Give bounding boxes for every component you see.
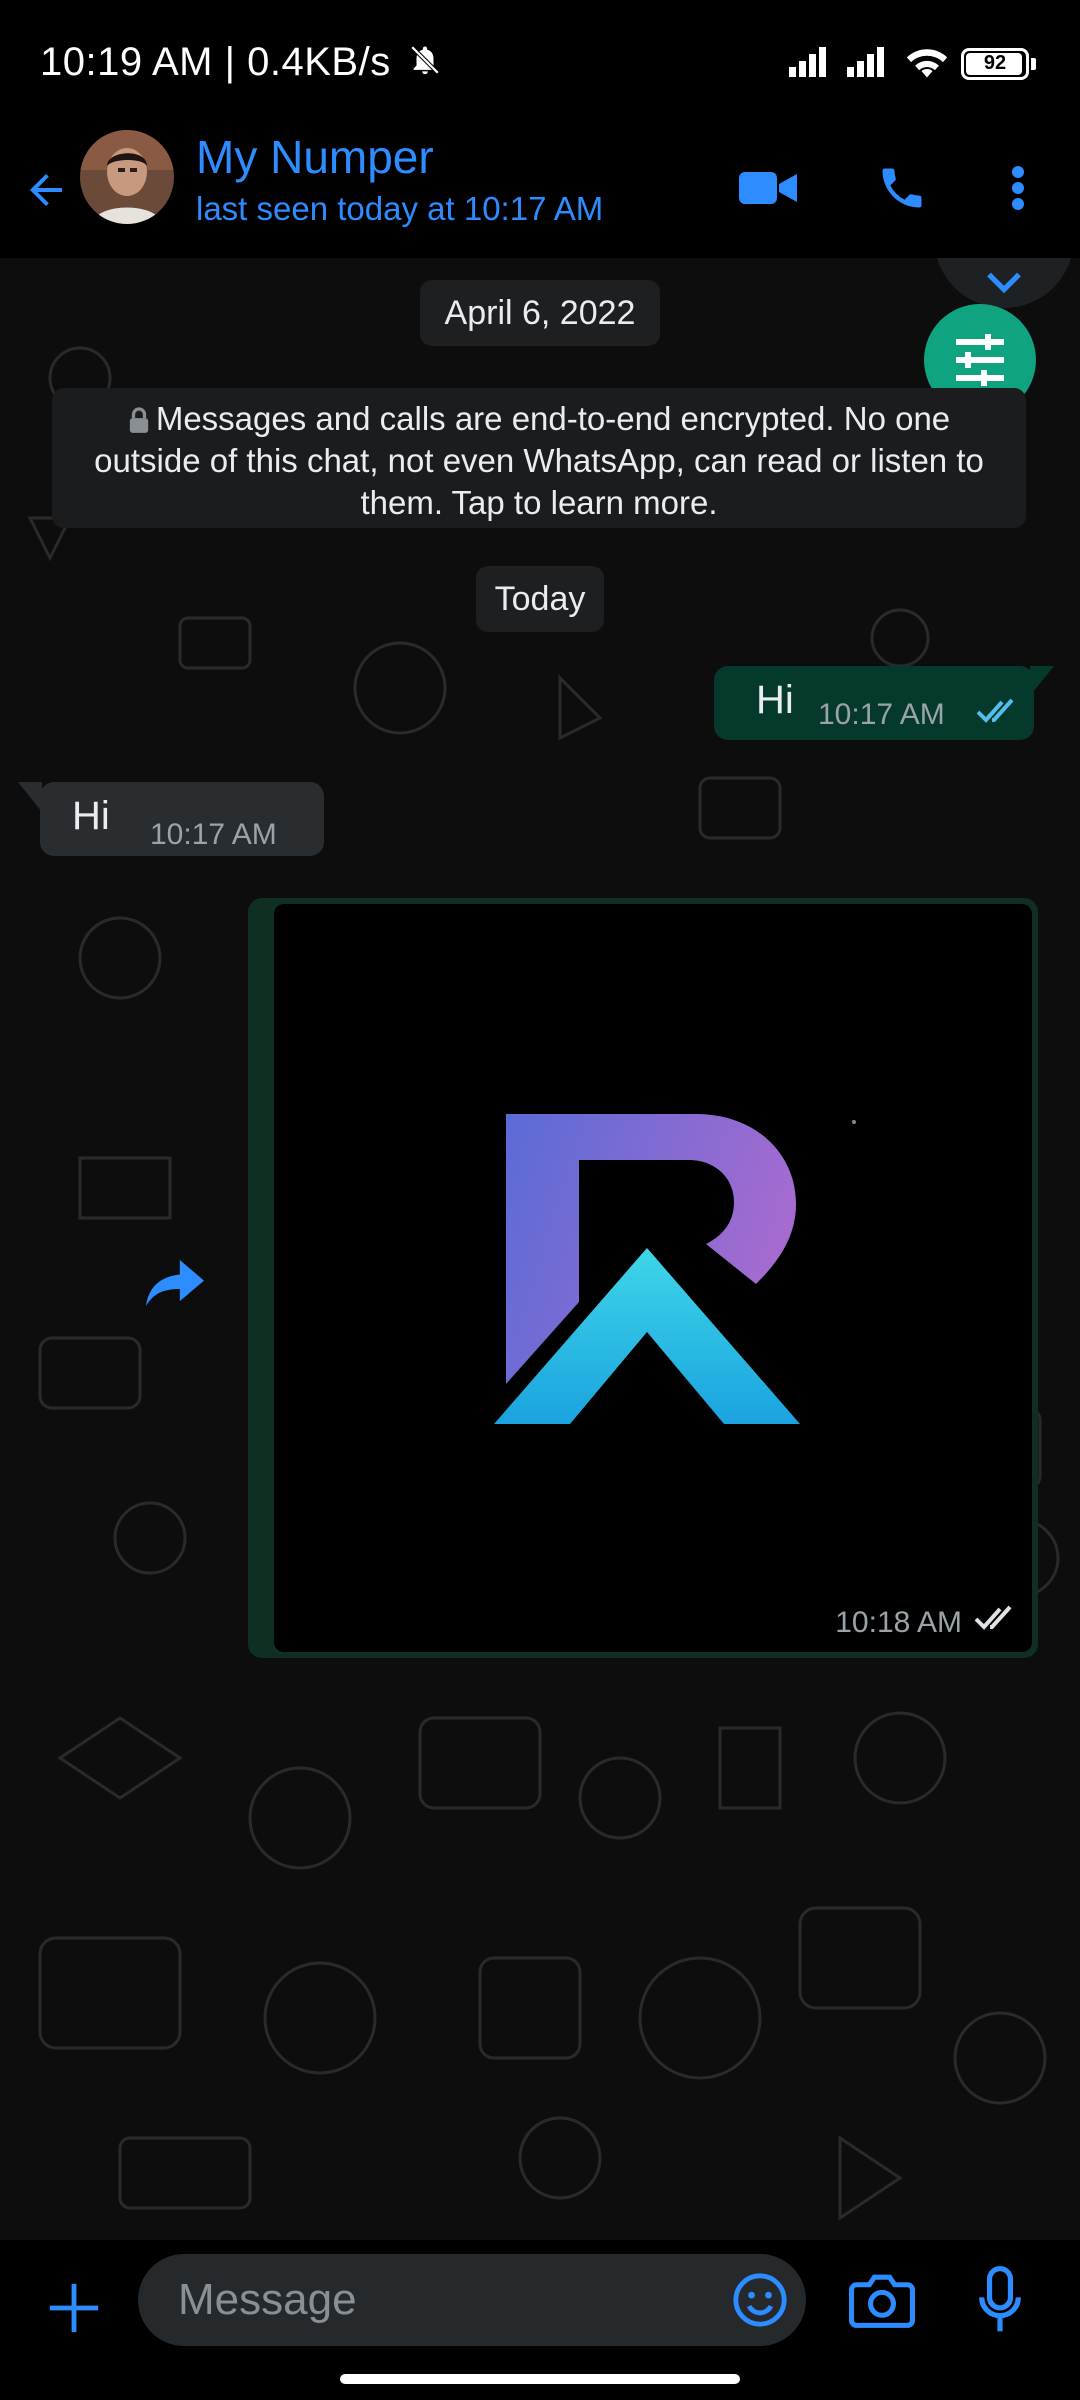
double-check-icon — [974, 1605, 1018, 1636]
status-time: 10:19 AM | 0.4KB/s — [40, 40, 442, 87]
more-options-button[interactable] — [986, 156, 1050, 220]
last-seen-status: last seen today at 10:17 AM — [196, 190, 604, 227]
battery-level: 92 — [983, 52, 1007, 74]
message-text: Hi — [756, 678, 794, 722]
voice-call-icon — [882, 168, 922, 208]
status-icons: 92 — [789, 44, 1036, 83]
bell-off-icon — [408, 42, 442, 87]
message-time: 10:17 AM — [150, 818, 277, 851]
more-vert-icon — [1012, 166, 1024, 210]
image-attachment[interactable]: 10:18 AM — [274, 904, 1032, 1652]
rdx-logo-image — [494, 1114, 856, 1424]
image-message[interactable]: 10:18 AM — [248, 898, 1038, 1658]
status-time-text: 10:19 AM | 0.4KB/s — [40, 40, 391, 84]
bubble-tail-out — [1030, 666, 1054, 696]
message-field[interactable] — [138, 2254, 806, 2346]
camera-icon — [849, 2274, 915, 2328]
outgoing-message[interactable]: Hi 10:17 AM — [714, 666, 1034, 740]
tune-icon — [956, 334, 1004, 386]
double-check-read-icon — [976, 698, 1020, 729]
bubble-tail-in — [18, 782, 42, 812]
forward-icon — [146, 1260, 204, 1306]
camera-button[interactable] — [846, 2264, 918, 2336]
composer-bar — [0, 2240, 1080, 2400]
chevron-down-icon — [987, 272, 1021, 294]
video-call-button[interactable] — [736, 156, 800, 220]
home-indicator — [340, 2374, 740, 2384]
battery-tip — [1031, 57, 1036, 70]
emoji-button[interactable] — [728, 2268, 792, 2332]
attach-button[interactable] — [36, 2270, 112, 2346]
video-call-icon — [739, 172, 797, 204]
emoji-icon — [733, 2273, 787, 2327]
message-input[interactable] — [178, 2254, 698, 2346]
message-time: 10:18 AM — [835, 1606, 962, 1639]
message-text: Hi — [72, 794, 110, 838]
today-chip: Today — [476, 566, 604, 632]
chat-header: My Numper last seen today at 10:17 AM — [0, 130, 1080, 258]
battery-icon: 92 — [961, 47, 1029, 80]
contact-name[interactable]: My Numper — [196, 130, 434, 184]
avatar[interactable] — [80, 130, 174, 224]
back-arrow-icon — [30, 174, 62, 206]
signal-icon — [789, 45, 835, 82]
forward-button[interactable] — [140, 1248, 210, 1318]
back-button[interactable] — [16, 160, 76, 220]
encryption-notice[interactable]: Messages and calls are end-to-end encryp… — [52, 388, 1026, 528]
mic-icon — [979, 2266, 1021, 2332]
wifi-icon — [905, 44, 949, 83]
lock-icon — [129, 407, 149, 433]
voice-message-button[interactable] — [964, 2260, 1036, 2340]
chat-area[interactable]: April 6, 2022 Messages and calls are end… — [0, 258, 1080, 2240]
encryption-notice-text: Messages and calls are end-to-end encryp… — [94, 400, 984, 521]
date-chip: April 6, 2022 — [420, 280, 660, 346]
message-time: 10:17 AM — [818, 698, 945, 731]
status-bar: 10:19 AM | 0.4KB/s 92 — [0, 0, 1080, 130]
incoming-message[interactable]: Hi 10:17 AM — [40, 782, 324, 856]
plus-icon — [49, 2283, 99, 2333]
signal-icon — [847, 45, 893, 82]
voice-call-button[interactable] — [870, 156, 934, 220]
